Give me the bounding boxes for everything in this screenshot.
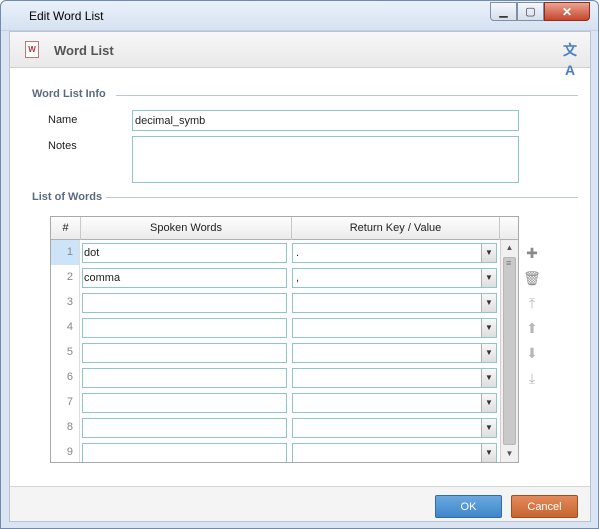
move-down-icon[interactable]: ⬇ — [523, 344, 541, 362]
spoken-word-input[interactable] — [82, 343, 287, 363]
row-number: 8 — [51, 415, 80, 440]
section-divider — [106, 197, 578, 198]
column-header-spoken-words[interactable]: Spoken Words — [81, 217, 292, 240]
table-row[interactable]: 1 .▼ — [51, 240, 500, 265]
row-number: 3 — [51, 290, 80, 315]
chevron-down-icon[interactable]: ▼ — [481, 419, 496, 437]
spoken-word-input[interactable] — [82, 368, 287, 388]
table-row[interactable]: 3 ▼ — [51, 290, 500, 315]
table-row[interactable]: 5 ▼ — [51, 340, 500, 365]
return-value: . — [296, 247, 300, 259]
minimize-button[interactable]: ▁ — [490, 2, 517, 21]
notes-input[interactable] — [132, 136, 519, 183]
return-value-select[interactable]: ▼ — [292, 393, 497, 413]
minimize-icon: ▁ — [499, 6, 508, 18]
return-value-select[interactable]: . ▼ — [292, 243, 497, 263]
close-icon: ✕ — [561, 4, 573, 19]
row-number: 9 — [51, 440, 80, 462]
return-value: , — [296, 272, 300, 284]
move-bottom-icon[interactable]: ⤓ — [523, 369, 541, 387]
title-bar: Edit Word List ▁ ▢ ✕ — [1, 1, 598, 31]
translate-icon[interactable]: 文A — [560, 40, 580, 78]
table-row[interactable]: 2 ,▼ — [51, 265, 500, 290]
grid-header: # Spoken Words Return Key / Value — [51, 217, 518, 240]
list-of-words-title: List of Words — [32, 191, 103, 203]
chevron-down-icon[interactable]: ▼ — [481, 369, 496, 387]
return-value-select[interactable]: ▼ — [292, 318, 497, 338]
chevron-down-icon[interactable]: ▼ — [481, 269, 496, 287]
document-icon: W — [25, 41, 39, 58]
chevron-down-icon[interactable]: ▼ — [481, 319, 496, 337]
column-header-number[interactable]: # — [51, 217, 81, 240]
edit-word-list-window: Edit Word List ▁ ▢ ✕ W Word List 文A Word… — [0, 0, 599, 529]
section-divider — [116, 95, 578, 96]
chevron-down-icon[interactable]: ▼ — [481, 244, 496, 262]
move-up-icon[interactable]: ⬆ — [523, 319, 541, 337]
grid-scrollbar[interactable]: ▲ ▼ — [500, 240, 518, 462]
row-number: 2 — [51, 265, 80, 290]
row-number: 4 — [51, 315, 80, 340]
window-title: Edit Word List — [29, 9, 104, 23]
spoken-word-input[interactable] — [82, 268, 287, 288]
maximize-button[interactable]: ▢ — [517, 2, 544, 21]
table-row[interactable]: 8 ▼ — [51, 415, 500, 440]
chevron-down-icon[interactable]: ▼ — [481, 394, 496, 412]
dialog-footer: OK Cancel — [10, 486, 590, 521]
return-value-select[interactable]: ▼ — [292, 443, 497, 462]
table-row[interactable]: 4 ▼ — [51, 315, 500, 340]
return-value-select[interactable]: , ▼ — [292, 268, 497, 288]
name-label: Name — [48, 114, 78, 126]
word-list-info-title: Word List Info — [32, 88, 106, 100]
row-number: 1 — [51, 240, 80, 265]
notes-label: Notes — [48, 140, 77, 152]
move-top-icon[interactable]: ⤒ — [523, 294, 541, 312]
scroll-down-icon[interactable]: ▼ — [501, 446, 518, 462]
table-row[interactable]: 6 ▼ — [51, 365, 500, 390]
scrollbar-thumb[interactable] — [503, 257, 516, 445]
row-number: 5 — [51, 340, 80, 365]
words-grid: # Spoken Words Return Key / Value 1 .▼ 2… — [50, 216, 519, 463]
column-header-return-value[interactable]: Return Key / Value — [292, 217, 500, 240]
return-value-select[interactable]: ▼ — [292, 368, 497, 388]
add-icon[interactable]: ✚ — [523, 244, 541, 262]
table-row[interactable]: 9 ▼ — [51, 440, 500, 462]
return-value-select[interactable]: ▼ — [292, 293, 497, 313]
spoken-word-input[interactable] — [82, 393, 287, 413]
scroll-up-icon[interactable]: ▲ — [501, 240, 518, 256]
chevron-down-icon[interactable]: ▼ — [481, 444, 496, 462]
chevron-down-icon[interactable]: ▼ — [481, 344, 496, 362]
name-input[interactable] — [132, 110, 519, 131]
delete-icon[interactable]: 🗑 — [523, 269, 541, 287]
row-number: 7 — [51, 390, 80, 415]
page-title: Word List — [54, 43, 114, 58]
dialog-body: W Word List 文A Word List Info Name Notes… — [9, 31, 591, 522]
close-button[interactable]: ✕ — [544, 2, 590, 21]
maximize-icon: ▢ — [525, 6, 536, 18]
row-number: 6 — [51, 365, 80, 390]
spoken-word-input[interactable] — [82, 293, 287, 313]
return-value-select[interactable]: ▼ — [292, 418, 497, 438]
dialog-header: W Word List 文A — [10, 32, 590, 78]
spoken-word-input[interactable] — [82, 318, 287, 338]
ok-button[interactable]: OK — [435, 495, 502, 518]
spoken-word-input[interactable] — [82, 243, 287, 263]
spoken-word-input[interactable] — [82, 443, 287, 462]
return-value-select[interactable]: ▼ — [292, 343, 497, 363]
cancel-button[interactable]: Cancel — [511, 495, 578, 518]
spoken-word-input[interactable] — [82, 418, 287, 438]
chevron-down-icon[interactable]: ▼ — [481, 294, 496, 312]
table-row[interactable]: 7 ▼ — [51, 390, 500, 415]
